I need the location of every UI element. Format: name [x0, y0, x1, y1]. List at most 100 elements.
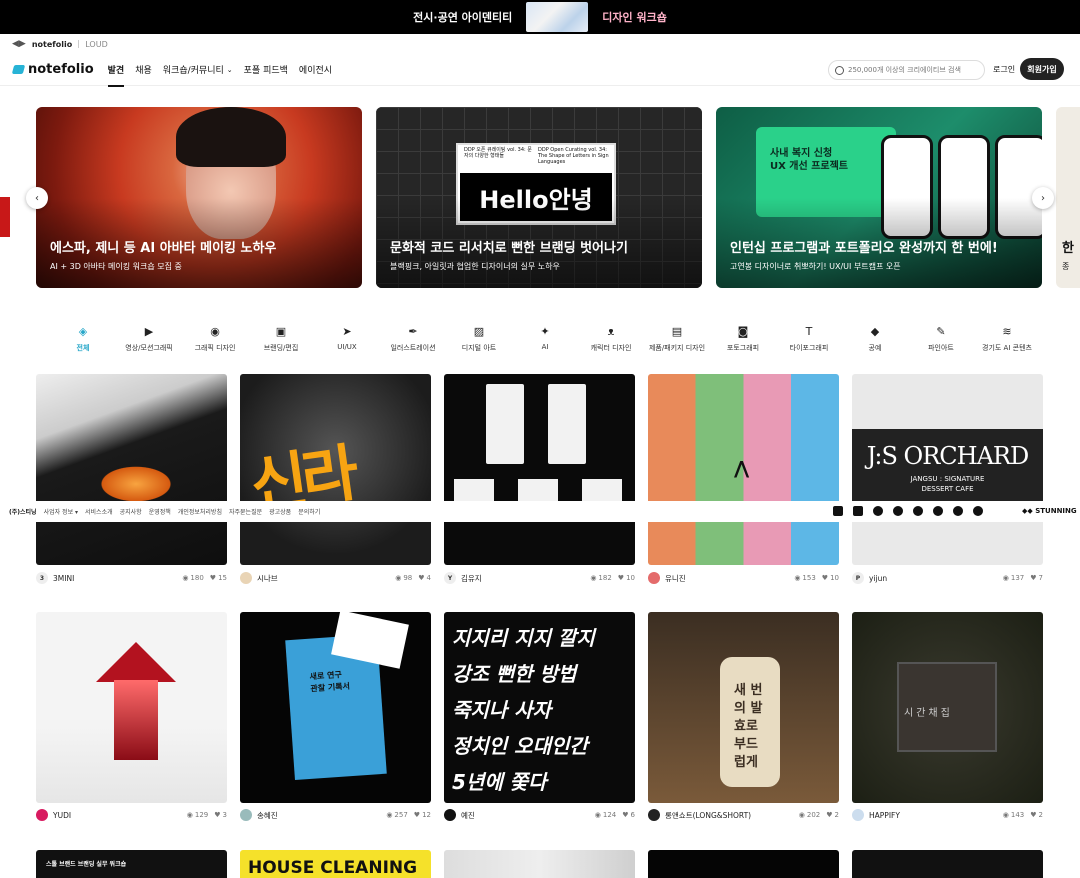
- author-name[interactable]: 김유지: [461, 573, 584, 584]
- views-count: ◉ 202: [799, 811, 820, 819]
- project-thumbnail[interactable]: ⋀: [648, 374, 839, 565]
- network-brand[interactable]: notefolio: [32, 40, 72, 49]
- project-thumbnail[interactable]: [648, 850, 839, 878]
- category-layers[interactable]: ◈ 전체: [50, 325, 116, 365]
- category-badge[interactable]: ▣ 브랜딩/편집: [248, 325, 314, 365]
- category-bear[interactable]: ᴥ 캐릭터 디자인: [578, 325, 644, 365]
- carousel-slide[interactable]: 사내 복지 신청 UX 개선 프로젝트 인턴십 프로그램과 포트폴리오 완성까지…: [716, 107, 1042, 288]
- network-icon[interactable]: ◀▶: [12, 39, 26, 49]
- carousel-next-button[interactable]: ›: [1032, 187, 1054, 209]
- pinterest-icon[interactable]: [933, 506, 943, 516]
- carousel-slide[interactable]: DDP 오픈 큐레이팅 vol. 34: 문자의 다양한 형태들 DDP Ope…: [376, 107, 702, 288]
- google-play-icon[interactable]: [973, 506, 983, 516]
- project-thumbnail[interactable]: [36, 612, 227, 803]
- footer-link[interactable]: 공지사항: [120, 507, 142, 516]
- footer-link[interactable]: 운영정책: [149, 507, 171, 516]
- footer-link[interactable]: 개인정보처리방침: [178, 507, 222, 516]
- footer-link[interactable]: 자주묻는질문: [229, 507, 262, 516]
- author-name[interactable]: 롱앤쇼트(LONG&SHORT): [665, 810, 793, 821]
- category-digital-art[interactable]: ▨ 디지털 아트: [446, 325, 512, 365]
- project-thumbnail[interactable]: HOUSE CLEANING: [240, 850, 431, 878]
- brush-icon: ✎: [936, 324, 946, 338]
- project-thumbnail[interactable]: 시간채집: [852, 612, 1043, 803]
- mail-icon[interactable]: [853, 506, 863, 516]
- search-box[interactable]: [828, 60, 985, 80]
- nav-item-agency[interactable]: 에이전시: [299, 54, 332, 86]
- category-type[interactable]: T 타이포그래피: [776, 325, 842, 365]
- likes-count: ♥ 7: [1030, 574, 1043, 582]
- nav-item-feedback[interactable]: 포폴 피드백: [244, 54, 288, 86]
- avatar[interactable]: 3: [36, 572, 48, 584]
- category-brush[interactable]: ✎ 파인아트: [908, 325, 974, 365]
- category-sparkle[interactable]: ✦ AI: [512, 325, 578, 365]
- footer-brand[interactable]: ◆◆ STUNNING: [1022, 507, 1077, 515]
- footer-link[interactable]: 문의하기: [298, 507, 320, 516]
- apple-icon[interactable]: [953, 506, 963, 516]
- carousel-slide-prev[interactable]: [0, 107, 22, 288]
- signup-button[interactable]: 회원가입: [1020, 58, 1064, 80]
- footer-link[interactable]: 서비스소개: [85, 507, 113, 516]
- project-thumbnail[interactable]: [852, 850, 1043, 878]
- author-name[interactable]: 시나브: [257, 573, 389, 584]
- search-input[interactable]: [848, 66, 978, 74]
- category-filter: ◈ 전체 ▶ 영상/모션그래픽 ◉ 그래픽 디자인 ▣ 브랜딩/편집 ➤ UI/UX ✒ 일러스트레이…: [50, 325, 1040, 365]
- project-thumbnail[interactable]: 새 번의 발효로 부드럽게: [648, 612, 839, 803]
- category-gem[interactable]: ◆ 공예: [842, 325, 908, 365]
- docs-icon[interactable]: [833, 506, 843, 516]
- project-thumbnail[interactable]: 스톨 브랜드 브랜딩 실무 워크숍: [36, 850, 227, 878]
- footer-link[interactable]: 광고상품: [269, 507, 291, 516]
- instagram-icon[interactable]: [873, 506, 883, 516]
- project-thumbnail[interactable]: 지지리 지지 깔지 강조 뻔한 방법 죽지나 사자 정치인 오대인간 5년에 쫓다: [444, 612, 635, 803]
- project-thumbnail[interactable]: [444, 850, 635, 878]
- network-partner[interactable]: LOUD: [85, 40, 107, 49]
- facebook-icon[interactable]: [913, 506, 923, 516]
- avatar[interactable]: P: [852, 572, 864, 584]
- views-value: 124: [602, 811, 617, 819]
- project-thumbnail[interactable]: [36, 374, 227, 565]
- project-thumbnail[interactable]: 새로 연구 관찰 기록서: [240, 612, 431, 803]
- carousel-prev-button[interactable]: ‹: [26, 187, 48, 209]
- category-label: 캐릭터 디자인: [590, 344, 632, 352]
- author-name[interactable]: 3MINI: [53, 574, 176, 583]
- logo[interactable]: notefolio: [11, 62, 94, 77]
- project-thumbnail[interactable]: J:S ORCHARD JANGSU : SIGNATURE DESSERT C…: [852, 374, 1043, 565]
- project-meta: 시나브 ◉ 98 ♥ 4: [240, 571, 431, 585]
- heart-icon: ♥: [826, 811, 833, 819]
- category-box[interactable]: ▤ 제품/패키지 디자인: [644, 325, 710, 365]
- author-name[interactable]: HAPPIFY: [869, 811, 997, 820]
- author-name[interactable]: YUDI: [53, 811, 181, 820]
- nav-item-jobs[interactable]: 채용: [135, 54, 152, 86]
- project-thumbnail[interactable]: [444, 374, 635, 565]
- category-play[interactable]: ▶ 영상/모션그래픽: [116, 325, 182, 365]
- category-gyeonggi[interactable]: ≋ 경기도 AI 콘텐츠: [974, 325, 1040, 365]
- carousel-slide[interactable]: 에스파, 제니 등 AI 아바타 메이킹 노하우 AI + 3D 아바타 메이킹…: [36, 107, 362, 288]
- avatar[interactable]: [240, 809, 252, 821]
- nav-item-discover[interactable]: 발견: [107, 54, 124, 87]
- login-link[interactable]: 로그인: [993, 64, 1015, 75]
- avatar[interactable]: [852, 809, 864, 821]
- category-pen-nib[interactable]: ✒ 일러스트레이션: [380, 325, 446, 365]
- avatar[interactable]: [444, 809, 456, 821]
- avatar[interactable]: [240, 572, 252, 584]
- avatar[interactable]: [36, 809, 48, 821]
- footer-company-info[interactable]: 사업자 정보 ▾: [44, 507, 78, 516]
- carousel-slide-next[interactable]: 한 종: [1056, 107, 1080, 288]
- project-meta: 유니진 ◉ 153 ♥ 10: [648, 571, 839, 585]
- logo-icon: [11, 65, 26, 74]
- avatar[interactable]: [648, 809, 660, 821]
- category-cursor[interactable]: ➤ UI/UX: [314, 325, 380, 365]
- author-name[interactable]: 예진: [461, 810, 589, 821]
- category-palette[interactable]: ◉ 그래픽 디자인: [182, 325, 248, 365]
- author-name[interactable]: 송혜진: [257, 810, 380, 821]
- author-name[interactable]: 유니진: [665, 573, 788, 584]
- views-count: ◉ 124: [595, 811, 616, 819]
- nav-item-workshop[interactable]: 워크숍/커뮤니티 ⌄: [163, 54, 233, 86]
- avatar[interactable]: [648, 572, 660, 584]
- x-icon[interactable]: [893, 506, 903, 516]
- category-camera[interactable]: ◙ 포토그래피: [710, 325, 776, 365]
- avatar[interactable]: Y: [444, 572, 456, 584]
- likes-value: 2: [1038, 811, 1043, 819]
- author-name[interactable]: yijun: [869, 574, 997, 583]
- project-thumbnail[interactable]: 신라: [240, 374, 431, 565]
- top-banner[interactable]: 전시·공연 아이덴티티 디자인 워크숍: [0, 0, 1080, 34]
